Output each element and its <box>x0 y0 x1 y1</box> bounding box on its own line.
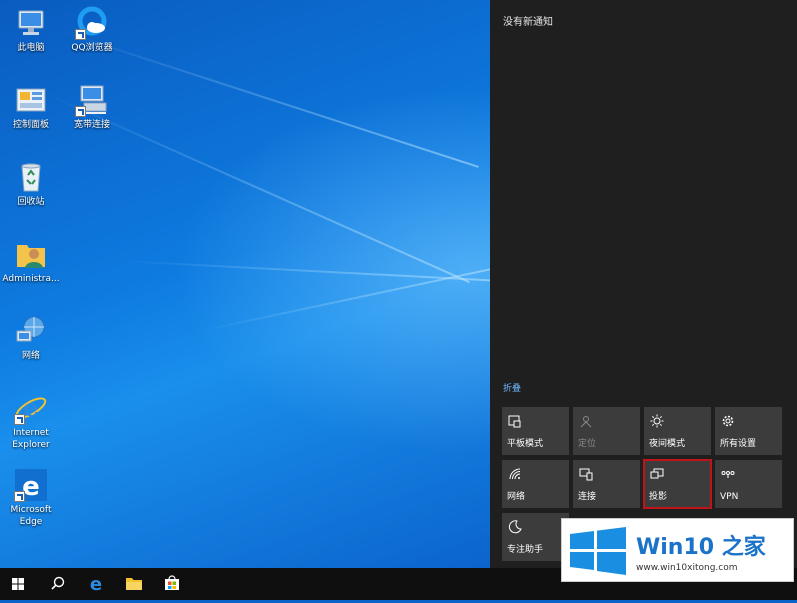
desktop-icon-label: 控制面板 <box>12 120 49 130</box>
taskbar-file-explorer-button[interactable] <box>116 568 152 600</box>
tile-label: 投影 <box>649 492 668 502</box>
watermark-url: www.win10xitong.com <box>636 563 738 573</box>
desktop-icon-recycle-bin[interactable]: 回收站 <box>0 160 62 208</box>
tile-network[interactable]: 网络 <box>502 460 569 508</box>
desktop-icon-label: 宽带连接 <box>73 120 110 130</box>
tile-label: 平板模式 <box>507 439 544 449</box>
settings-gear-icon <box>722 415 734 427</box>
tile-night-light[interactable]: 夜间模式 <box>644 407 711 455</box>
broadband-connection-icon <box>75 83 109 117</box>
tile-vpn[interactable]: VPN <box>715 460 782 508</box>
tile-tablet-mode[interactable]: 平板模式 <box>502 407 569 455</box>
user-folder-icon <box>14 237 48 271</box>
wallpaper-light-beam <box>199 267 490 332</box>
tile-label: 夜间模式 <box>649 439 686 449</box>
store-icon <box>165 575 179 590</box>
tile-project[interactable]: 投影 <box>643 459 712 509</box>
tile-label: 连接 <box>578 492 597 502</box>
no-notifications-text: 没有新通知 <box>503 17 553 28</box>
start-button[interactable] <box>0 568 36 600</box>
desktop-icon-internet-explorer[interactable]: e Internet Explorer <box>0 391 62 451</box>
desktop-icon-this-pc[interactable]: 此电脑 <box>0 6 62 54</box>
desktop-icon-label: 此电脑 <box>17 43 45 53</box>
connect-icon <box>579 468 593 481</box>
desktop-icon-broadband[interactable]: 宽带连接 <box>61 83 123 131</box>
watermark-title: Win10 之家 <box>636 535 766 560</box>
tile-label: 网络 <box>507 492 526 502</box>
shortcut-arrow-icon <box>75 29 86 40</box>
vpn-icon <box>721 471 735 478</box>
focus-assist-moon-icon <box>508 520 522 534</box>
tile-label: VPN <box>720 492 739 502</box>
taskbar-store-button[interactable] <box>154 568 190 600</box>
control-panel-icon <box>14 83 48 117</box>
qq-browser-icon <box>75 6 109 40</box>
wallpaper-light-beam <box>119 260 490 282</box>
taskbar-edge-button[interactable]: e <box>78 568 114 600</box>
windows-logo-icon <box>570 527 626 575</box>
start-windows-icon <box>12 578 24 590</box>
action-center-panel: 没有新通知 折叠 平板模式 定位 夜间模式 所有设置 网络 连接 投影 VPN … <box>490 0 797 568</box>
desktop-icon-edge[interactable]: e Microsoft Edge <box>0 468 62 528</box>
wifi-icon <box>509 468 521 480</box>
svg-text:e: e <box>90 574 102 595</box>
desktop-icon-label: Administra... <box>2 274 60 284</box>
svg-text:e: e <box>23 393 38 422</box>
desktop-icon-label: 网络 <box>21 351 40 361</box>
file-explorer-icon <box>126 578 142 590</box>
tile-label: 所有设置 <box>720 439 757 449</box>
tablet-mode-icon <box>508 415 521 428</box>
desktop-icon-network[interactable]: 网络 <box>0 314 62 362</box>
desktop-icon-label: QQ浏览器 <box>71 43 113 53</box>
shortcut-arrow-icon <box>14 414 25 425</box>
desktop-icon-user-folder[interactable]: Administra... <box>0 237 62 285</box>
desktop-icon-qq-browser[interactable]: QQ浏览器 <box>61 6 123 54</box>
edge-icon: e <box>90 574 102 595</box>
desktop: 此电脑 QQ浏览器 控制面板 宽带连接 回收站 Administra... 网络… <box>0 0 490 568</box>
network-icon <box>14 314 48 348</box>
search-icon <box>51 576 65 590</box>
tile-label: 定位 <box>578 439 597 449</box>
tile-connect[interactable]: 连接 <box>573 460 640 508</box>
shortcut-arrow-icon <box>75 106 86 117</box>
shortcut-arrow-icon <box>14 491 25 502</box>
recycle-bin-icon <box>14 160 48 194</box>
project-icon <box>650 468 664 479</box>
desktop-icon-label: Microsoft Edge <box>10 505 52 527</box>
win10-home-watermark: Win10 之家 www.win10xitong.com <box>561 518 794 582</box>
tile-label: 专注助手 <box>507 545 544 555</box>
tile-location[interactable]: 定位 <box>573 407 640 455</box>
this-pc-icon <box>14 6 48 40</box>
desktop-icon-label: Internet Explorer <box>12 428 50 450</box>
location-icon <box>580 416 592 428</box>
desktop-icon-label: 回收站 <box>17 197 45 207</box>
internet-explorer-icon: e <box>14 391 48 425</box>
search-button[interactable] <box>40 568 76 600</box>
night-light-icon <box>650 414 664 428</box>
collapse-link[interactable]: 折叠 <box>503 381 521 394</box>
tile-focus-assist[interactable]: 专注助手 <box>502 513 569 561</box>
tile-all-settings[interactable]: 所有设置 <box>715 407 782 455</box>
desktop-icon-control-panel[interactable]: 控制面板 <box>0 83 62 131</box>
edge-icon: e <box>14 468 48 502</box>
